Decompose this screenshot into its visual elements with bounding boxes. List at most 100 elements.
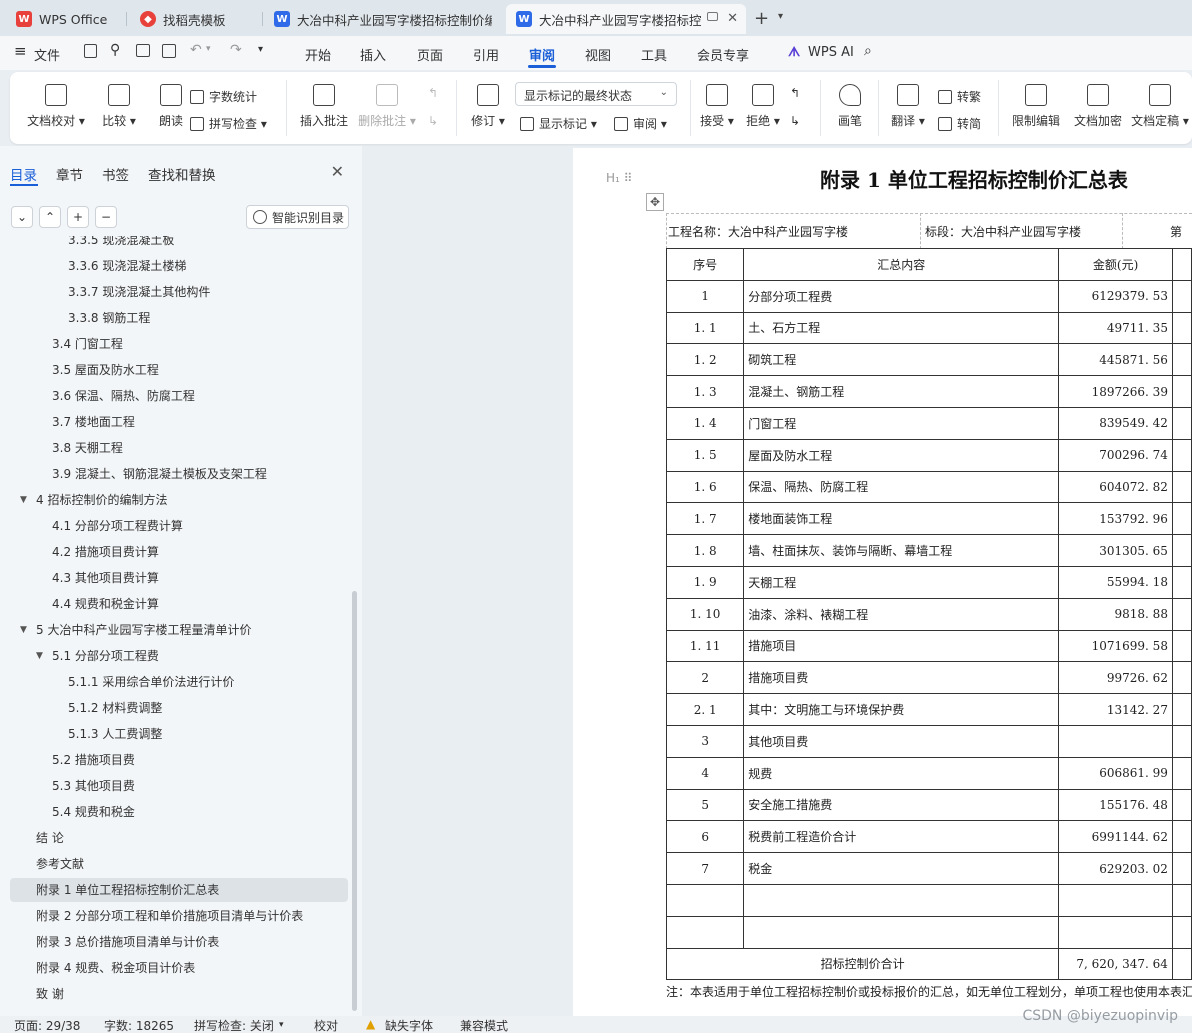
- show-markup-button[interactable]: 显示标记 ▾: [520, 115, 597, 132]
- page-indicator[interactable]: 页面: 29/38: [14, 1017, 80, 1033]
- toc-item[interactable]: 参考文献: [10, 852, 348, 876]
- toc-item[interactable]: 5.2 措施项目费: [10, 748, 348, 772]
- reject-button[interactable]: 拒绝 ▾: [740, 84, 786, 129]
- toc-item[interactable]: 5.1.2 材料费调整: [10, 696, 348, 720]
- to-traditional-button[interactable]: 转繁: [938, 88, 981, 105]
- expand-arrow-icon[interactable]: ▼: [36, 644, 43, 668]
- finalize-button[interactable]: 文档定稿 ▾: [1128, 84, 1192, 129]
- toc-item[interactable]: 5.3 其他项目费: [10, 774, 348, 798]
- menu-file[interactable]: 文件: [34, 45, 60, 64]
- toc-item[interactable]: 3.8 天棚工程: [10, 436, 348, 460]
- toc-item[interactable]: 5.1.3 人工费调整: [10, 722, 348, 746]
- restrict-edit-button[interactable]: 限制编辑: [1006, 84, 1066, 129]
- tab-document-2[interactable]: W 大冶中科产业园写字楼招标控 ✕: [506, 4, 746, 34]
- close-icon[interactable]: ✕: [331, 162, 344, 181]
- tab-find-replace[interactable]: 查找和替换: [148, 164, 216, 184]
- compare-button[interactable]: 比较 ▾: [96, 84, 142, 129]
- toc-item[interactable]: 附录 1 单位工程招标控制价汇总表: [10, 878, 348, 902]
- tab-docer-templates[interactable]: ◆ 找稻壳模板: [130, 4, 258, 34]
- monitor-icon[interactable]: [707, 12, 718, 21]
- next-change-icon[interactable]: ↳: [790, 114, 800, 128]
- tab-toc[interactable]: 目录: [10, 164, 37, 184]
- toc-item[interactable]: 3.3.5 现浇混凝土板: [10, 236, 348, 252]
- print-icon[interactable]: [136, 44, 150, 57]
- new-tab-icon[interactable]: +: [754, 8, 769, 29]
- review-pane-button[interactable]: 审阅 ▾: [614, 115, 667, 132]
- tab-wps-office[interactable]: W WPS Office: [6, 4, 122, 34]
- markup-state-select[interactable]: 显示标记的最终状态 ⌄: [515, 82, 677, 106]
- toc-item[interactable]: ▼ 5.1 分部分项工程费: [10, 644, 348, 668]
- toc-item[interactable]: ▼ 5 大冶中科产业园写字楼工程量清单计价: [10, 618, 348, 642]
- toc-item[interactable]: 4.3 其他项目费计算: [10, 566, 348, 590]
- more-icon[interactable]: ▾: [258, 44, 263, 55]
- translate-button[interactable]: 翻译 ▾: [886, 84, 930, 129]
- menu-insert[interactable]: 插入: [360, 45, 386, 64]
- accept-button[interactable]: 接受 ▾: [694, 84, 740, 129]
- toc-item[interactable]: 附录 4 规费、税金项目计价表: [10, 956, 348, 980]
- toc-item[interactable]: 3.3.7 现浇混凝土其他构件: [10, 280, 348, 304]
- collapse-down-icon[interactable]: ⌄: [11, 206, 33, 228]
- toc-item[interactable]: 附录 3 总价措施项目清单与计价表: [10, 930, 348, 954]
- toc-item[interactable]: 3.4 门窗工程: [10, 332, 348, 356]
- to-simplified-button[interactable]: 转简: [938, 115, 981, 132]
- delete-comment-button[interactable]: 删除批注 ▾: [354, 84, 420, 129]
- chevron-down-icon[interactable]: ▾: [279, 1020, 284, 1030]
- menu-review[interactable]: 审阅: [529, 45, 555, 64]
- toc-item[interactable]: ▼ 4 招标控制价的编制方法: [10, 488, 348, 512]
- tab-bookmarks[interactable]: 书签: [102, 164, 129, 184]
- menu-view[interactable]: 视图: [585, 45, 611, 64]
- insert-comment-button[interactable]: 插入批注: [294, 84, 354, 129]
- toc-item[interactable]: 结 论: [10, 826, 348, 850]
- next-comment-icon[interactable]: ↳: [428, 114, 438, 128]
- tab-chapters[interactable]: 章节: [56, 164, 83, 184]
- hamburger-icon[interactable]: ≡: [14, 42, 27, 60]
- menu-references[interactable]: 引用: [473, 45, 499, 64]
- spell-check-button[interactable]: 拼写检查 ▾: [190, 115, 267, 132]
- pen-button[interactable]: 画笔: [828, 84, 872, 129]
- redo-icon[interactable]: ↷: [230, 42, 242, 58]
- chevron-down-icon[interactable]: ▾: [206, 44, 211, 54]
- heading-marker-icon[interactable]: H₁ ⠿: [606, 171, 632, 185]
- save-icon[interactable]: [84, 44, 97, 58]
- toc-item[interactable]: 附录 2 分部分项工程和单价措施项目清单与计价表: [10, 904, 348, 928]
- smart-toc-button[interactable]: 智能识别目录: [246, 205, 349, 229]
- share-icon[interactable]: ⚲: [110, 42, 120, 58]
- toc-item[interactable]: 3.5 屋面及防水工程: [10, 358, 348, 382]
- menu-tools[interactable]: 工具: [641, 45, 667, 64]
- missing-font-button[interactable]: 缺失字体: [385, 1017, 433, 1033]
- print-preview-icon[interactable]: [162, 44, 176, 58]
- collapse-up-icon[interactable]: ⌃: [39, 206, 61, 228]
- toc-item[interactable]: 3.9 混凝土、钢筋混凝土模板及支架工程: [10, 462, 348, 486]
- track-changes-button[interactable]: 修订 ▾: [466, 84, 510, 129]
- menu-member[interactable]: 会员专享: [697, 45, 749, 64]
- proofread-button[interactable]: 校对: [314, 1017, 338, 1033]
- toc-item[interactable]: 5.1.1 采用综合单价法进行计价: [10, 670, 348, 694]
- remove-icon[interactable]: −: [95, 206, 117, 228]
- word-count-button[interactable]: 字数统计: [190, 88, 257, 105]
- menu-wps-ai[interactable]: WPS AI: [808, 45, 854, 60]
- toc-item[interactable]: 4.1 分部分项工程费计算: [10, 514, 348, 538]
- prev-change-icon[interactable]: ↰: [790, 86, 800, 100]
- expand-arrow-icon[interactable]: ▼: [20, 618, 27, 642]
- chevron-down-icon[interactable]: ▾: [778, 11, 783, 22]
- undo-icon[interactable]: ↶: [190, 42, 202, 58]
- toc-item[interactable]: 5.4 规费和税金: [10, 800, 348, 824]
- toc-item[interactable]: 致 谢: [10, 982, 348, 1006]
- table-move-handle-icon[interactable]: ✥: [646, 193, 664, 211]
- word-count[interactable]: 字数: 18265: [104, 1017, 174, 1033]
- encrypt-button[interactable]: 文档加密: [1068, 84, 1128, 129]
- doc-check-button[interactable]: 文档校对 ▾: [26, 84, 86, 129]
- search-icon[interactable]: ⌕: [864, 43, 872, 59]
- toc-item[interactable]: 4.4 规费和税金计算: [10, 592, 348, 616]
- read-aloud-button[interactable]: 朗读: [148, 84, 194, 129]
- toc-item[interactable]: 3.7 楼地面工程: [10, 410, 348, 434]
- menu-page[interactable]: 页面: [417, 45, 443, 64]
- toc-item[interactable]: 4.2 措施项目费计算: [10, 540, 348, 564]
- spell-check-status[interactable]: 拼写检查: 关闭: [194, 1017, 274, 1033]
- expand-arrow-icon[interactable]: ▼: [20, 488, 27, 512]
- prev-comment-icon[interactable]: ↰: [428, 86, 438, 100]
- toc-item[interactable]: 3.6 保温、隔热、防腐工程: [10, 384, 348, 408]
- add-icon[interactable]: +: [67, 206, 89, 228]
- scrollbar[interactable]: [352, 591, 357, 1011]
- tab-document-1[interactable]: W 大冶中科产业园写字楼招标控制价编制: [264, 4, 502, 34]
